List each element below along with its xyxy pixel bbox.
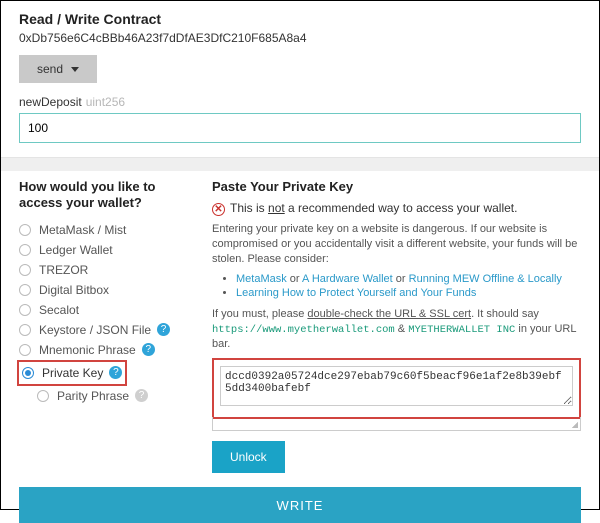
wallet-option-ledger-wallet[interactable]: Ledger Wallet bbox=[19, 240, 194, 260]
private-key-highlight bbox=[212, 358, 581, 419]
textarea-resize-handle[interactable] bbox=[212, 417, 581, 431]
wallet-option-label: MetaMask / Mist bbox=[39, 223, 126, 237]
radio-icon bbox=[19, 344, 31, 356]
wallet-option-label: Ledger Wallet bbox=[39, 243, 113, 257]
help-icon[interactable]: ? bbox=[142, 343, 155, 356]
warning-line: ✕This is not a recommended way to access… bbox=[212, 201, 581, 216]
wallet-option-digital-bitbox[interactable]: Digital Bitbox bbox=[19, 280, 194, 300]
help-icon[interactable]: ? bbox=[109, 366, 122, 379]
section-divider bbox=[1, 157, 599, 171]
private-key-input[interactable] bbox=[220, 366, 573, 406]
warning-paragraph: Entering your private key on a website i… bbox=[212, 222, 581, 267]
radio-icon bbox=[19, 244, 31, 256]
send-dropdown[interactable]: send bbox=[19, 55, 97, 83]
radio-icon bbox=[19, 304, 31, 316]
wallet-option-parity-phrase[interactable]: Parity Phrase? bbox=[37, 386, 194, 406]
url-check-paragraph: If you must, please double-check the URL… bbox=[212, 307, 581, 352]
chevron-down-icon bbox=[71, 67, 79, 72]
private-key-option-highlight: Private Key? bbox=[17, 360, 127, 386]
wallet-option-keystore-json-file[interactable]: Keystore / JSON File? bbox=[19, 320, 194, 340]
help-icon[interactable]: ? bbox=[157, 323, 170, 336]
link-learn-protect[interactable]: Learning How to Protect Yourself and You… bbox=[236, 287, 476, 299]
wallet-option-secalot[interactable]: Secalot bbox=[19, 300, 194, 320]
link-offline[interactable]: Running MEW Offline & Locally bbox=[409, 273, 562, 285]
wallet-option-label: Secalot bbox=[39, 303, 79, 317]
write-button[interactable]: WRITE bbox=[19, 487, 581, 523]
wallet-option-label: Mnemonic Phrase bbox=[39, 343, 136, 357]
x-circle-icon: ✕ bbox=[212, 203, 225, 216]
wallet-option-label: Parity Phrase bbox=[57, 389, 129, 403]
wallet-access-heading: How would you like to access your wallet… bbox=[19, 179, 194, 212]
wallet-option-mnemonic-phrase[interactable]: Mnemonic Phrase? bbox=[19, 340, 194, 360]
unlock-button[interactable]: Unlock bbox=[212, 441, 285, 473]
help-icon[interactable]: ? bbox=[135, 389, 148, 402]
link-hardware-wallet[interactable]: A Hardware Wallet bbox=[302, 273, 393, 285]
radio-icon bbox=[19, 284, 31, 296]
radio-icon bbox=[19, 264, 31, 276]
contract-address: 0xDb756e6C4cBBb46A23f7dDfAE3DfC210F685A8… bbox=[19, 31, 581, 45]
wallet-option-metamask-mist[interactable]: MetaMask / Mist bbox=[19, 220, 194, 240]
suggestion-list: MetaMask or A Hardware Wallet or Running… bbox=[212, 273, 581, 299]
wallet-option-label: Keystore / JSON File bbox=[39, 323, 151, 337]
paste-key-heading: Paste Your Private Key bbox=[212, 179, 581, 195]
newdeposit-input[interactable] bbox=[19, 113, 581, 143]
wallet-option-label: Private Key bbox=[42, 366, 103, 380]
radio-icon bbox=[22, 367, 34, 379]
newdeposit-label: newDeposituint256 bbox=[19, 95, 581, 109]
page-title: Read / Write Contract bbox=[19, 11, 581, 27]
radio-icon bbox=[37, 390, 49, 402]
wallet-option-label: Digital Bitbox bbox=[39, 283, 109, 297]
send-label: send bbox=[37, 62, 63, 76]
wallet-option-trezor[interactable]: TREZOR bbox=[19, 260, 194, 280]
wallet-option-label: TREZOR bbox=[39, 263, 88, 277]
wallet-option-private-key[interactable]: Private Key? bbox=[22, 363, 122, 383]
radio-icon bbox=[19, 324, 31, 336]
radio-icon bbox=[19, 224, 31, 236]
link-metamask[interactable]: MetaMask bbox=[236, 273, 287, 285]
